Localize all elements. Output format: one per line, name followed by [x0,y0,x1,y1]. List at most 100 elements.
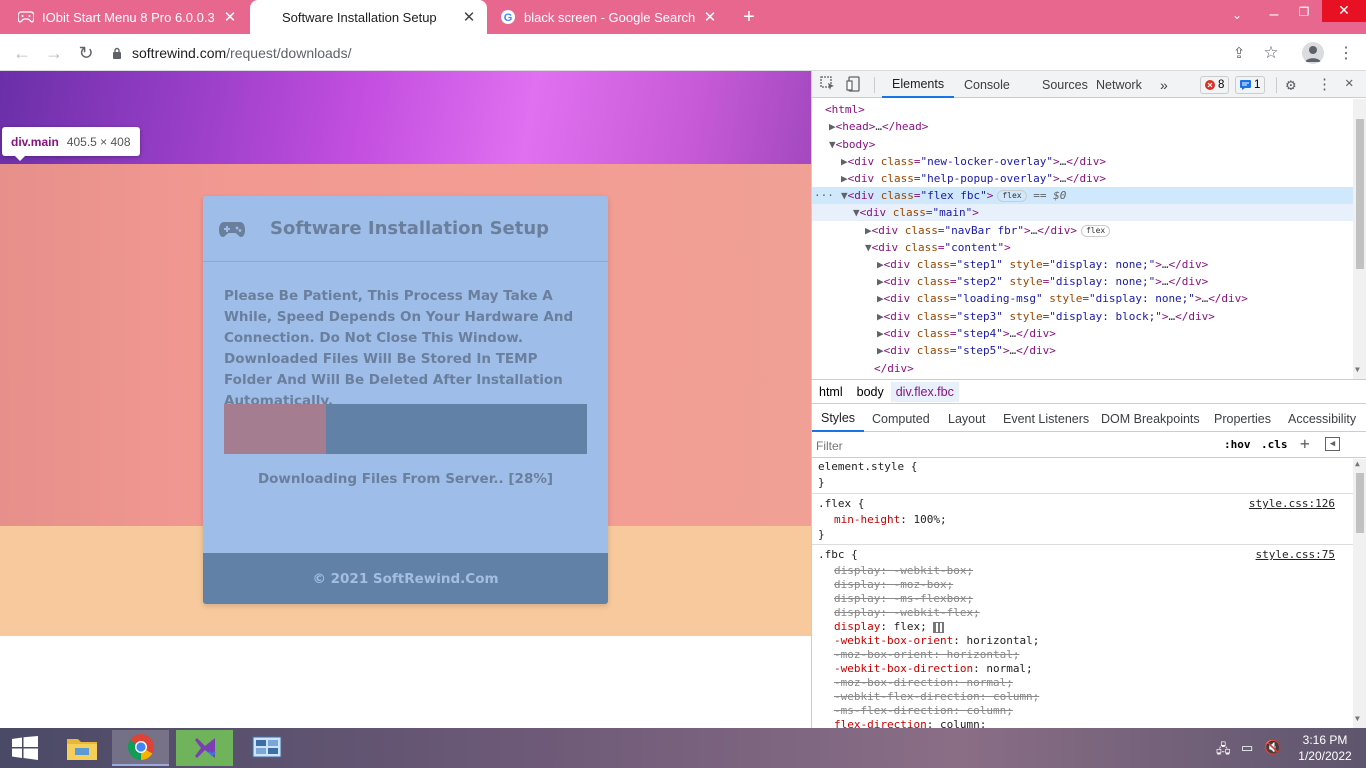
devtools-close-icon[interactable]: ✕ [1345,75,1353,91]
system-clock[interactable]: 3:16 PM 1/20/2022 [1290,732,1360,764]
css-declaration-overridden[interactable]: -moz-box-orient: horizontal; [834,648,1019,662]
dom-node-step4[interactable]: ▶<div class="step4">…</div> [877,325,1056,342]
scroll-down-icon[interactable]: ▼ [1355,365,1360,374]
network-error-icon[interactable]: 🖧 [1216,740,1231,762]
tab-elements[interactable]: Elements [882,71,955,98]
control-panel-icon[interactable] [238,730,295,766]
visual-studio-icon[interactable] [176,730,233,766]
styles-filter-input[interactable] [816,436,1196,455]
css-declaration-overridden[interactable]: display: -ms-flexbox; [834,592,973,606]
more-tabs-icon[interactable]: » [1155,71,1173,98]
dom-node-head[interactable]: ▶<head>…</head> [829,118,928,135]
dom-tree-scrollbar[interactable]: ▼ [1353,99,1366,379]
new-style-rule-icon[interactable]: + [1300,434,1310,453]
back-icon[interactable]: ← [10,41,34,65]
tab-dom-breakpoints[interactable]: DOM Breakpoints [1092,405,1209,432]
device-toolbar-icon[interactable] [846,76,864,94]
omnibox[interactable]: softrewind.com/request/downloads/ [112,38,1292,67]
windows-start-icon[interactable] [0,730,50,766]
css-declaration-overridden[interactable]: display: -webkit-flex; [834,606,980,620]
dom-node-content[interactable]: ▼<div class="content"> [865,239,1011,256]
scrollbar-thumb[interactable] [1356,119,1364,269]
dom-node-step5[interactable]: ▶<div class="step5">…</div> [877,342,1056,359]
bookmark-star-icon[interactable]: ☆ [1259,41,1283,65]
tab-styles[interactable]: Styles [812,405,865,432]
dom-node-loading-msg[interactable]: ▶<div class="loading-msg" style="display… [877,290,1248,307]
flexbox-editor-icon[interactable] [933,621,945,633]
share-icon[interactable]: ⇪ [1227,41,1251,65]
menu-kebab-icon[interactable]: ⋮ [1334,41,1358,65]
volume-muted-icon[interactable]: 🔇 [1264,739,1281,756]
flex-rule-selector[interactable]: .flex { [818,497,864,511]
flex-pill[interactable]: flex [1080,225,1111,237]
minimize-icon[interactable]: – [1262,6,1286,26]
fbc-rule-source-link[interactable]: style.css:75 [1256,548,1335,561]
tab-close-icon[interactable]: ✕ [461,8,477,26]
error-badge[interactable]: 8 [1200,76,1230,94]
tab-close-icon[interactable]: ✕ [222,8,238,26]
css-declaration[interactable]: -webkit-box-direction: normal; [834,662,1033,676]
tab-computed[interactable]: Computed [863,405,939,432]
chrome-icon[interactable] [112,730,169,766]
tab-iobit[interactable]: IObit Start Menu 8 Pro 6.0.0.3 Cr ✕ [8,0,248,34]
fbc-rule-selector[interactable]: .fbc { [818,548,858,562]
dom-node-locker-overlay[interactable]: ▶<div class="new-locker-overlay">…</div> [841,153,1106,170]
message-badge[interactable]: 1 [1235,76,1266,94]
tab-search-icon[interactable]: ⌄ [1232,8,1242,22]
flex-rule-declaration[interactable]: min-height: 100%; [834,513,947,527]
dom-node-help-popup[interactable]: ▶<div class="help-popup-overlay">…</div> [841,170,1106,187]
close-window-icon[interactable]: ✕ [1322,0,1366,22]
dom-node-main[interactable]: ▼<div class="main"> [853,204,979,221]
tab-properties[interactable]: Properties [1205,405,1280,432]
css-declaration-overridden[interactable]: -webkit-flex-direction: column; [834,690,1039,704]
hover-toggle[interactable]: :hov [1224,438,1251,451]
css-declaration-display-flex[interactable]: display: flex; [834,620,945,634]
profile-avatar[interactable] [1302,42,1324,64]
breadcrumb-html[interactable]: html [819,385,843,399]
dom-node-html[interactable]: <html> [825,101,865,118]
windows-taskbar: 🖧 ▭ 🔇 3:16 PM 1/20/2022 [0,728,1366,768]
css-declaration-overridden[interactable]: display: -moz-box; [834,578,953,592]
css-declaration[interactable]: -webkit-box-orient: horizontal; [834,634,1039,648]
tab-console[interactable]: Console [955,71,1019,98]
node-actions-icon[interactable]: ··· [814,187,834,204]
scroll-down-icon[interactable]: ▼ [1355,714,1360,723]
breadcrumb-div-flex-fbc[interactable]: div.flex.fbc [890,381,959,402]
tab-layout[interactable]: Layout [939,405,995,432]
tab-software-installation[interactable]: Software Installation Setup ✕ [250,0,487,34]
flex-rule-source-link[interactable]: style.css:126 [1249,497,1335,510]
class-toggle[interactable]: .cls [1261,438,1288,451]
inspect-element-icon[interactable] [820,76,838,94]
restore-icon[interactable]: ❐ [1294,5,1314,25]
battery-icon[interactable]: ▭ [1241,740,1253,756]
dom-node-step1[interactable]: ▶<div class="step1" style="display: none… [877,256,1208,273]
dom-node-body[interactable]: ▼<body> [829,136,875,153]
css-declaration[interactable]: flex-direction: column; [834,718,986,728]
file-explorer-icon[interactable] [53,730,110,766]
dom-node-step3[interactable]: ▶<div class="step3" style="display: bloc… [877,308,1215,325]
flex-pill[interactable]: flex [997,190,1027,202]
css-declaration-overridden[interactable]: -ms-flex-direction: column; [834,704,1013,718]
tab-google-search[interactable]: G black screen - Google Search ✕ [490,0,728,34]
dom-node-content-close[interactable]: </div> [874,360,914,377]
tab-accessibility[interactable]: Accessibility [1279,405,1365,432]
scroll-up-icon[interactable]: ▲ [1355,459,1360,468]
dom-node-flex-fbc[interactable]: ▼<div class="flex fbc"> flex == $0 [841,187,1066,204]
css-declaration-overridden[interactable]: display: -webkit-box; [834,564,973,578]
settings-gear-icon[interactable]: ⚙ [1286,75,1296,94]
tab-event-listeners[interactable]: Event Listeners [994,405,1098,432]
css-declaration-overridden[interactable]: -moz-box-direction: normal; [834,676,1013,690]
devtools-menu-icon[interactable]: ⋮ [1317,75,1332,93]
tab-close-icon[interactable]: ✕ [702,8,718,26]
element-style-selector[interactable]: element.style { [818,460,917,474]
new-tab-icon[interactable]: + [738,6,760,28]
breadcrumb-body[interactable]: body [857,385,884,399]
tab-network[interactable]: Network [1087,71,1151,98]
toggle-sidebar-icon[interactable]: ◀ [1325,437,1340,451]
styles-scrollbar[interactable]: ▲ ▼ [1353,459,1366,728]
forward-icon[interactable]: → [42,41,66,65]
dom-node-step2[interactable]: ▶<div class="step2" style="display: none… [877,273,1208,290]
scrollbar-thumb[interactable] [1356,473,1364,533]
dom-node-navbar[interactable]: ▶<div class="navBar fbr">…</div> flex [865,222,1111,239]
reload-icon[interactable]: ↻ [74,41,98,65]
